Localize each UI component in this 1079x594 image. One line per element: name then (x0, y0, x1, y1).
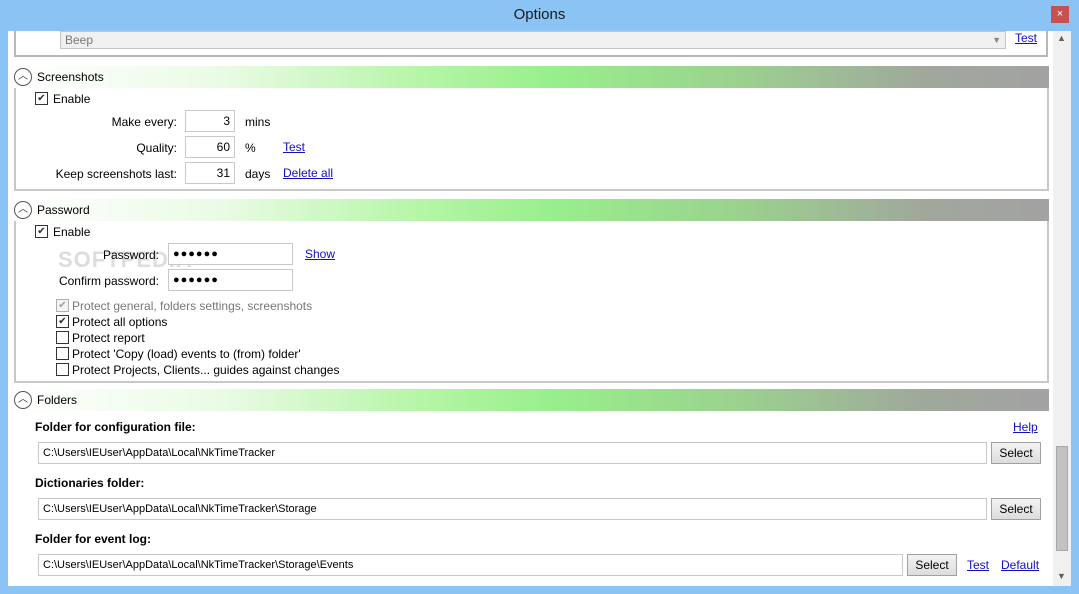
protect-report-checkbox[interactable] (56, 331, 69, 344)
protect-general-checkbox[interactable]: ✔ (56, 299, 69, 312)
protect-all-options-checkbox[interactable]: ✔ (56, 315, 69, 328)
dictionaries-folder-select-button[interactable]: Select (991, 498, 1041, 520)
config-folder-select-button[interactable]: Select (991, 442, 1041, 464)
chevron-down-icon: ▼ (992, 35, 1001, 45)
keep-screenshots-unit: days (245, 167, 271, 181)
keep-screenshots-label: Keep screenshots last: (55, 167, 177, 181)
protect-guides-label: Protect Projects, Clients... guides agai… (72, 363, 340, 377)
confirm-password-input[interactable]: ●●●●●● (168, 269, 293, 291)
event-log-test-link[interactable]: Test (967, 558, 989, 572)
password-enable-checkbox[interactable]: ✔ (35, 225, 48, 238)
collapse-icon[interactable]: ︿ (14, 201, 32, 219)
event-log-folder-label: Folder for event log: (35, 532, 152, 546)
config-folder-label: Folder for configuration file: (35, 420, 196, 434)
make-every-input[interactable]: 3 (185, 110, 235, 132)
screenshots-section-title: Screenshots (37, 70, 104, 84)
sound-select-value: Beep (65, 33, 94, 47)
delete-all-link[interactable]: Delete all (283, 166, 333, 180)
sound-test-link[interactable]: Test (1015, 31, 1037, 45)
make-every-label: Make every: (111, 115, 177, 129)
quality-input[interactable]: 60 (185, 136, 235, 158)
folders-section-header[interactable]: ︿ Folders (14, 389, 1049, 411)
dictionaries-folder-label: Dictionaries folder: (35, 476, 145, 490)
screenshots-enable-label: Enable (53, 92, 91, 106)
password-section-header[interactable]: ︿ Password (14, 199, 1049, 221)
title-bar[interactable]: Options × (0, 0, 1079, 31)
config-folder-input[interactable]: C:\Users\IEUser\AppData\Local\NkTimeTrac… (38, 442, 987, 464)
password-section-title: Password (37, 203, 90, 217)
password-label: Password: (102, 248, 159, 262)
screenshots-enable-checkbox[interactable]: ✔ (35, 92, 48, 105)
quality-test-link[interactable]: Test (283, 140, 305, 154)
scroll-up-icon[interactable]: ▲ (1057, 33, 1066, 43)
quality-unit: % (245, 141, 256, 155)
collapse-icon[interactable]: ︿ (14, 391, 32, 409)
folders-section-title: Folders (37, 393, 78, 407)
scrollbar-thumb[interactable] (1056, 446, 1068, 551)
window-title: Options (513, 6, 566, 23)
scroll-down-icon[interactable]: ▼ (1057, 571, 1066, 581)
make-every-unit: mins (245, 115, 271, 129)
options-window: Options × Beep ▼ Test ︿ Screenshots ✔ En… (0, 0, 1079, 594)
protect-all-options-label: Protect all options (72, 315, 168, 329)
sound-select[interactable]: Beep ▼ (60, 31, 1006, 49)
protect-copy-events-checkbox[interactable] (56, 347, 69, 360)
keep-screenshots-input[interactable]: 31 (185, 162, 235, 184)
show-password-link[interactable]: Show (305, 247, 335, 261)
event-log-default-link[interactable]: Default (1001, 558, 1039, 572)
confirm-password-label: Confirm password: (58, 274, 159, 288)
vertical-scrollbar[interactable]: ▲ ▼ (1053, 31, 1071, 586)
dictionaries-folder-input[interactable]: C:\Users\IEUser\AppData\Local\NkTimeTrac… (38, 498, 987, 520)
event-log-folder-input[interactable]: C:\Users\IEUser\AppData\Local\NkTimeTrac… (38, 554, 903, 576)
collapse-icon[interactable]: ︿ (14, 68, 32, 86)
screenshots-section-header[interactable]: ︿ Screenshots (14, 66, 1049, 88)
password-input[interactable]: ●●●●●● (168, 243, 293, 265)
protect-copy-events-label: Protect 'Copy (load) events to (from) fo… (72, 347, 301, 361)
help-link[interactable]: Help (1013, 420, 1038, 434)
quality-label: Quality: (136, 141, 177, 155)
password-enable-label: Enable (53, 225, 91, 239)
protect-guides-checkbox[interactable] (56, 363, 69, 376)
protect-general-label: Protect general, folders settings, scree… (72, 299, 313, 313)
event-log-select-button[interactable]: Select (907, 554, 957, 576)
close-button[interactable]: × (1051, 6, 1069, 23)
protect-report-label: Protect report (72, 331, 145, 345)
options-content: Beep ▼ Test ︿ Screenshots ✔ Enable Make … (8, 31, 1071, 586)
